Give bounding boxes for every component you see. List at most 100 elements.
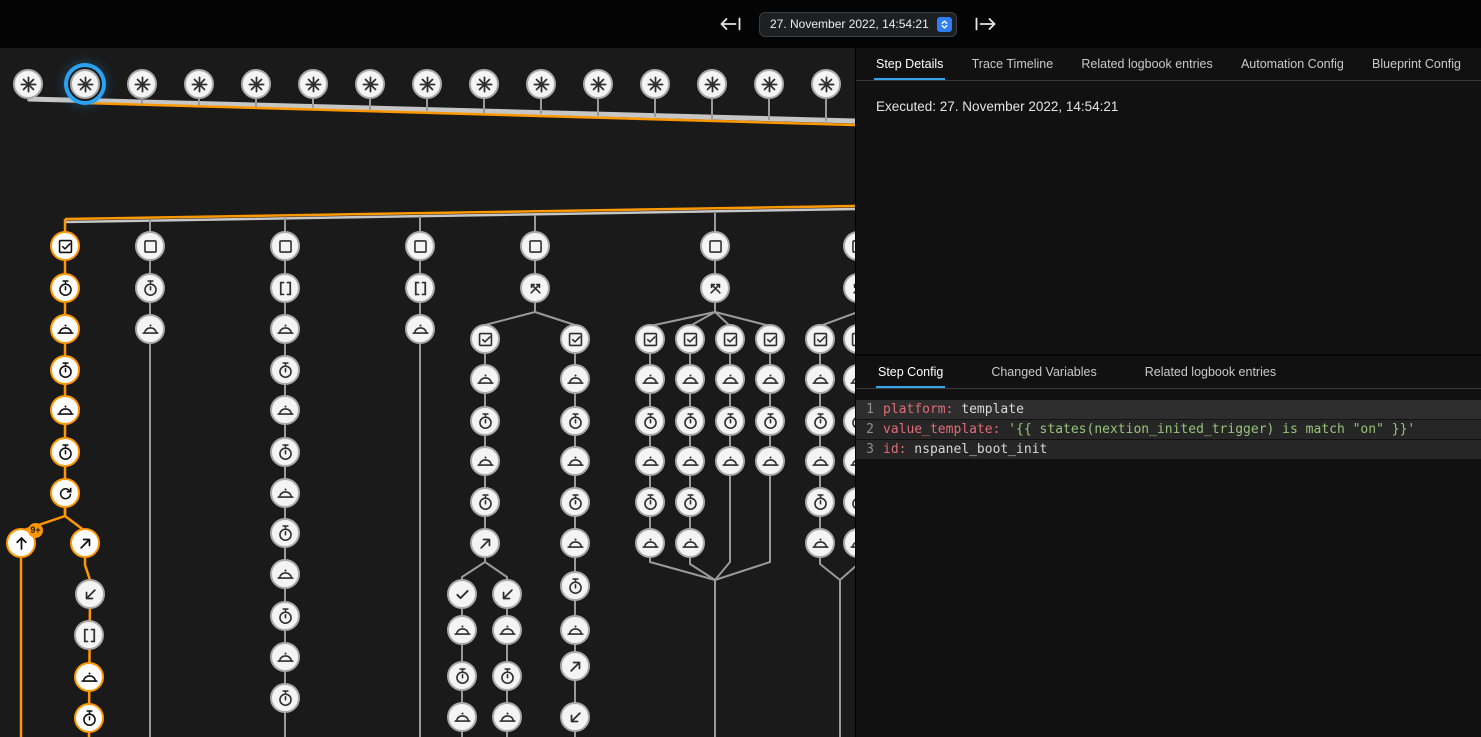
asterisk-node[interactable] <box>241 69 271 99</box>
tab-step-config[interactable]: Step Config <box>876 356 945 388</box>
brackets-node[interactable] <box>405 273 435 303</box>
service-node[interactable] <box>470 364 500 394</box>
tab-changed-variables[interactable]: Changed Variables <box>989 356 1098 388</box>
timer-node[interactable] <box>560 571 590 601</box>
service-node[interactable] <box>270 642 300 672</box>
square-node[interactable] <box>405 231 435 261</box>
tab-related-logbook-entries[interactable]: Related logbook entries <box>1079 48 1214 80</box>
service-node[interactable] <box>715 446 745 476</box>
timer-node[interactable] <box>470 406 500 436</box>
timer-node[interactable] <box>805 406 835 436</box>
timer-node[interactable] <box>50 437 80 467</box>
tab-step-details[interactable]: Step Details <box>874 48 945 80</box>
service-node[interactable] <box>492 615 522 645</box>
timer-node[interactable] <box>635 406 665 436</box>
service-node[interactable] <box>270 478 300 508</box>
timer-node[interactable] <box>755 406 785 436</box>
timer-node[interactable] <box>560 406 590 436</box>
asterisk-node[interactable] <box>412 69 442 99</box>
arrow-sw-node[interactable] <box>492 579 522 609</box>
asterisk-node[interactable] <box>640 69 670 99</box>
asterisk-node[interactable] <box>127 69 157 99</box>
timer-node[interactable] <box>74 703 104 733</box>
service-node[interactable] <box>560 364 590 394</box>
timer-node[interactable] <box>675 406 705 436</box>
service-node[interactable] <box>560 446 590 476</box>
square-node[interactable] <box>135 231 165 261</box>
asterisk-node[interactable] <box>697 69 727 99</box>
service-node[interactable] <box>560 528 590 558</box>
service-node[interactable] <box>270 559 300 589</box>
service-node[interactable] <box>447 702 477 732</box>
asterisk-node[interactable] <box>298 69 328 99</box>
arrow-ne-node[interactable] <box>70 528 100 558</box>
tab-blueprint-config[interactable]: Blueprint Config <box>1370 48 1463 80</box>
timer-node[interactable] <box>470 487 500 517</box>
service-node[interactable] <box>405 314 435 344</box>
next-run-arrow-icon[interactable] <box>971 9 1001 39</box>
arrow-sw-node[interactable] <box>560 702 590 732</box>
timer-node[interactable] <box>635 487 665 517</box>
service-node[interactable] <box>74 662 104 692</box>
asterisk-node[interactable] <box>811 69 841 99</box>
repeat-node[interactable] <box>50 478 80 508</box>
brackets-node[interactable] <box>74 620 104 650</box>
timer-node[interactable] <box>270 601 300 631</box>
timer-node[interactable] <box>270 355 300 385</box>
service-node[interactable] <box>755 446 785 476</box>
service-node[interactable] <box>805 446 835 476</box>
timer-node[interactable] <box>50 355 80 385</box>
arrow-ne-node[interactable] <box>560 651 590 681</box>
timer-node[interactable] <box>447 661 477 691</box>
arrow-sw-node[interactable] <box>75 579 105 609</box>
service-node[interactable] <box>635 446 665 476</box>
arrow-up-node[interactable]: 9+ <box>6 528 36 558</box>
service-node[interactable] <box>50 314 80 344</box>
brackets-node[interactable] <box>270 273 300 303</box>
service-node[interactable] <box>560 615 590 645</box>
check-square-node[interactable] <box>470 324 500 354</box>
tab-related-logbook-entries[interactable]: Related logbook entries <box>1143 356 1278 388</box>
asterisk-node[interactable] <box>469 69 499 99</box>
asterisk-node[interactable] <box>754 69 784 99</box>
timer-node[interactable] <box>492 661 522 691</box>
asterisk-node[interactable] <box>526 69 556 99</box>
timer-node[interactable] <box>270 683 300 713</box>
service-node[interactable] <box>50 395 80 425</box>
timer-node[interactable] <box>715 406 745 436</box>
asterisk-node[interactable] <box>13 69 43 99</box>
service-node[interactable] <box>270 314 300 344</box>
service-node[interactable] <box>635 364 665 394</box>
timer-node[interactable] <box>270 437 300 467</box>
timer-node[interactable] <box>805 487 835 517</box>
choose-node[interactable] <box>520 273 550 303</box>
timer-node[interactable] <box>50 273 80 303</box>
check-square-node[interactable] <box>560 324 590 354</box>
timer-node[interactable] <box>560 487 590 517</box>
tab-automation-config[interactable]: Automation Config <box>1239 48 1346 80</box>
check-node[interactable] <box>447 579 477 609</box>
asterisk-node[interactable] <box>184 69 214 99</box>
choose-node[interactable] <box>700 273 730 303</box>
timer-node[interactable] <box>135 273 165 303</box>
run-select[interactable]: 27. November 2022, 14:54:21 <box>759 12 957 37</box>
asterisk-node[interactable] <box>583 69 613 99</box>
square-node[interactable] <box>270 231 300 261</box>
previous-run-arrow-icon[interactable] <box>715 9 745 39</box>
service-node[interactable] <box>675 446 705 476</box>
check-square-node[interactable] <box>675 324 705 354</box>
service-node[interactable] <box>805 528 835 558</box>
service-node[interactable] <box>447 615 477 645</box>
check-square-node[interactable] <box>755 324 785 354</box>
check-square-node[interactable] <box>50 231 80 261</box>
check-square-node[interactable] <box>805 324 835 354</box>
service-node[interactable] <box>805 364 835 394</box>
asterisk-node[interactable] <box>355 69 385 99</box>
asterisk-node[interactable] <box>70 69 100 99</box>
service-node[interactable] <box>270 395 300 425</box>
arrow-ne-node[interactable] <box>470 528 500 558</box>
service-node[interactable] <box>492 702 522 732</box>
service-node[interactable] <box>755 364 785 394</box>
service-node[interactable] <box>135 314 165 344</box>
service-node[interactable] <box>675 528 705 558</box>
